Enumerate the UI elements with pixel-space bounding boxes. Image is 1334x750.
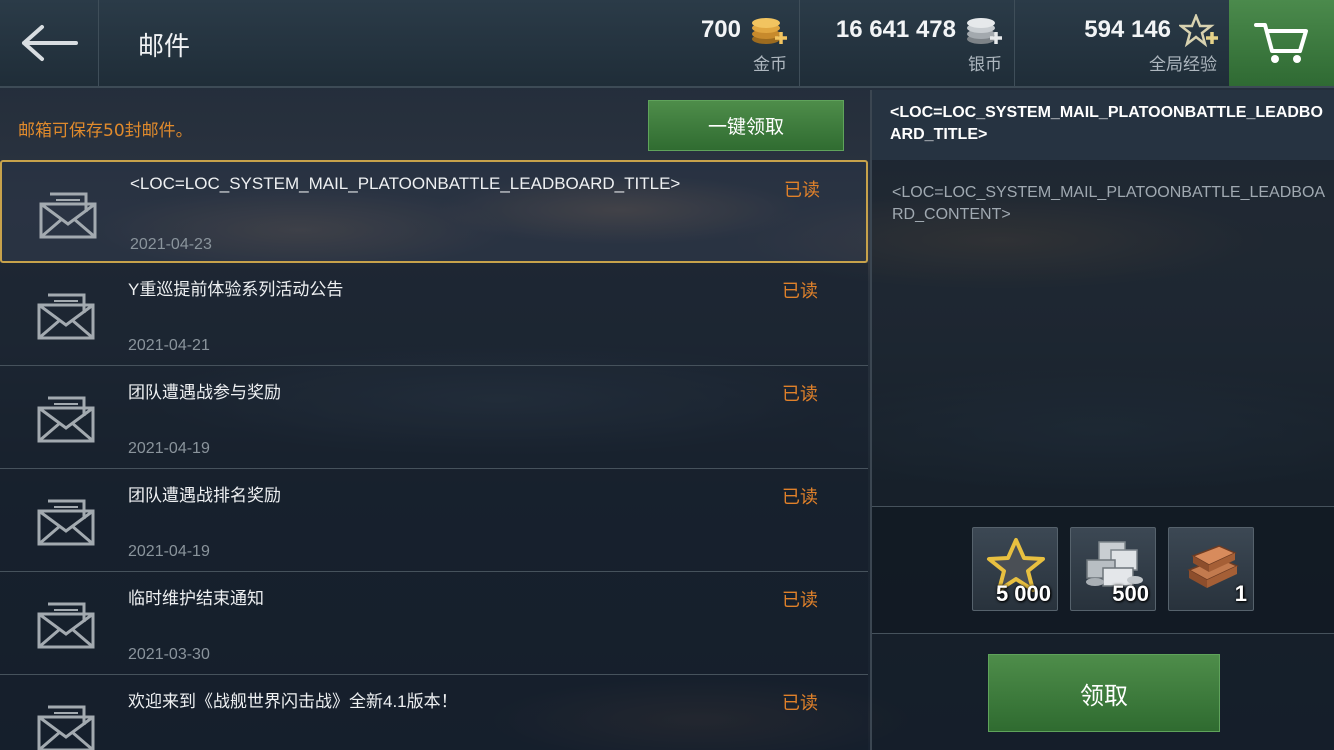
mail-item[interactable]: 团队遭遇战参与奖励 2021-04-19 已读 <box>0 366 868 469</box>
top-bar: 邮件 700 金币 16 641 478 银币 594 146 全局经验 <box>0 0 1334 88</box>
mail-list-panel: 邮箱可保存50封邮件。 一键领取 <LOC=LOC_SYSTEM_MAIL_PL… <box>0 90 868 750</box>
experience-currency[interactable]: 594 146 全局经验 <box>1016 0 1229 86</box>
mail-item[interactable]: 团队遭遇战排名奖励 2021-04-19 已读 <box>0 469 868 572</box>
mail-item[interactable]: 欢迎来到《战舰世界闪击战》全新4.1版本！ 已读 <box>0 675 868 750</box>
detail-header: <LOC=LOC_SYSTEM_MAIL_PLATOONBATTLE_LEADB… <box>872 90 1334 160</box>
page-title: 邮件 <box>138 32 191 62</box>
silver-amount: 16 641 478 <box>835 16 956 43</box>
gold-currency[interactable]: 700 金币 <box>610 0 800 86</box>
mail-title: 团队遭遇战排名奖励 <box>128 486 281 505</box>
silver-label: 银币 <box>968 55 1002 75</box>
read-status-badge: 已读 <box>784 180 820 201</box>
mail-date: 2021-03-30 <box>128 646 210 663</box>
gold-amount: 700 <box>700 16 741 43</box>
mail-date: 2021-04-23 <box>130 236 212 253</box>
reward-amount: 500 <box>1112 581 1149 606</box>
mail-title: Y重巡提前体验系列活动公告 <box>128 280 344 299</box>
reward-amount: 1 <box>1234 581 1247 606</box>
envelope-icon <box>37 499 95 546</box>
star-plus-icon[interactable] <box>1179 14 1219 48</box>
mail-item[interactable]: Y重巡提前体验系列活动公告 2021-04-21 已读 <box>0 263 868 366</box>
mail-title: 团队遭遇战参与奖励 <box>128 383 281 402</box>
detail-title: <LOC=LOC_SYSTEM_MAIL_PLATOONBATTLE_LEADB… <box>890 104 1323 143</box>
mailbox-capacity-note: 邮箱可保存50封邮件。 <box>18 121 193 141</box>
read-status-badge: 已读 <box>782 384 818 405</box>
read-status-badge: 已读 <box>782 281 818 302</box>
mail-title: <LOC=LOC_SYSTEM_MAIL_PLATOONBATTLE_LEADB… <box>130 174 681 193</box>
mail-item[interactable]: <LOC=LOC_SYSTEM_MAIL_PLATOONBATTLE_LEADB… <box>0 160 868 263</box>
reward-silver[interactable]: 500 <box>1070 527 1156 611</box>
envelope-icon <box>37 705 95 750</box>
experience-label: 全局经验 <box>1149 55 1217 75</box>
silver-currency[interactable]: 16 641 478 银币 <box>801 0 1015 86</box>
mail-list: <LOC=LOC_SYSTEM_MAIL_PLATOONBATTLE_LEADB… <box>0 160 868 750</box>
envelope-icon <box>39 192 97 239</box>
envelope-icon <box>37 293 95 340</box>
experience-amount: 594 146 <box>1084 16 1171 43</box>
read-status-badge: 已读 <box>782 693 818 714</box>
envelope-icon <box>37 396 95 443</box>
shop-cart-button[interactable] <box>1229 0 1334 86</box>
claim-all-button[interactable]: 一键领取 <box>648 100 844 151</box>
detail-content: <LOC=LOC_SYSTEM_MAIL_PLATOONBATTLE_LEADB… <box>892 184 1326 223</box>
mail-date: 2021-04-19 <box>128 543 210 560</box>
back-arrow-icon <box>22 25 78 61</box>
reward-ingots[interactable]: 1 <box>1168 527 1254 611</box>
mail-item[interactable]: 临时维护结束通知 2021-03-30 已读 <box>0 572 868 675</box>
claim-button[interactable]: 领取 <box>988 654 1220 732</box>
gold-coins-plus-icon[interactable] <box>749 14 789 48</box>
cart-icon <box>1253 23 1308 63</box>
back-button[interactable] <box>0 0 99 86</box>
envelope-icon <box>37 602 95 649</box>
reward-experience[interactable]: 5 000 <box>972 527 1058 611</box>
rewards-area: 5 000 500 1 <box>872 506 1334 634</box>
mail-title: 欢迎来到《战舰世界闪击战》全新4.1版本！ <box>128 692 458 711</box>
mail-title: 临时维护结束通知 <box>128 589 264 608</box>
mail-date: 2021-04-21 <box>128 337 210 354</box>
gold-label: 金币 <box>753 55 787 75</box>
read-status-badge: 已读 <box>782 487 818 508</box>
reward-amount: 5 000 <box>995 581 1051 606</box>
mail-detail-panel: <LOC=LOC_SYSTEM_MAIL_PLATOONBATTLE_LEADB… <box>870 90 1334 750</box>
mail-date: 2021-04-19 <box>128 440 210 457</box>
silver-coins-plus-icon[interactable] <box>964 14 1004 48</box>
read-status-badge: 已读 <box>782 590 818 611</box>
